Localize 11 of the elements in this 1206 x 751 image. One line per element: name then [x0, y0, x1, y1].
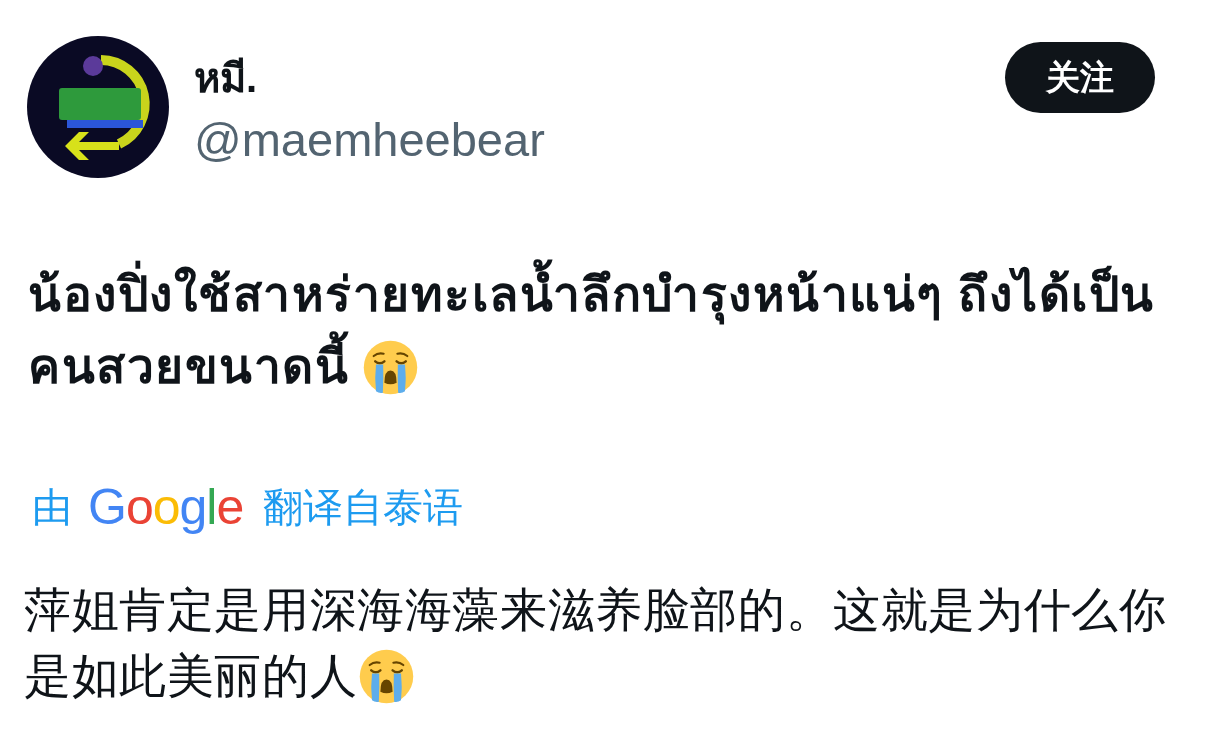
display-name: หมี.	[194, 55, 258, 102]
follow-button[interactable]: 关注	[1005, 42, 1155, 113]
translated-text: 是如此美丽的人	[24, 648, 358, 704]
translated-text: 萍姐肯定是用深海海藻来滋养脸部的。这就是为什么你	[24, 582, 1167, 638]
translated-by-label: 由	[32, 484, 72, 531]
user-handle: @maemheebear	[194, 114, 545, 166]
post-text: น้องปิ่งใช้สาหร่ายทะเลน้ำลึกบำรุงหน้าแน่ๆ ถึงได้เป็น	[28, 259, 1155, 331]
crying-face-icon	[359, 648, 415, 704]
google-logo: Google	[88, 479, 244, 535]
crying-face-icon	[363, 339, 418, 395]
post-text: คนสวยขนาดนี้	[28, 331, 349, 403]
